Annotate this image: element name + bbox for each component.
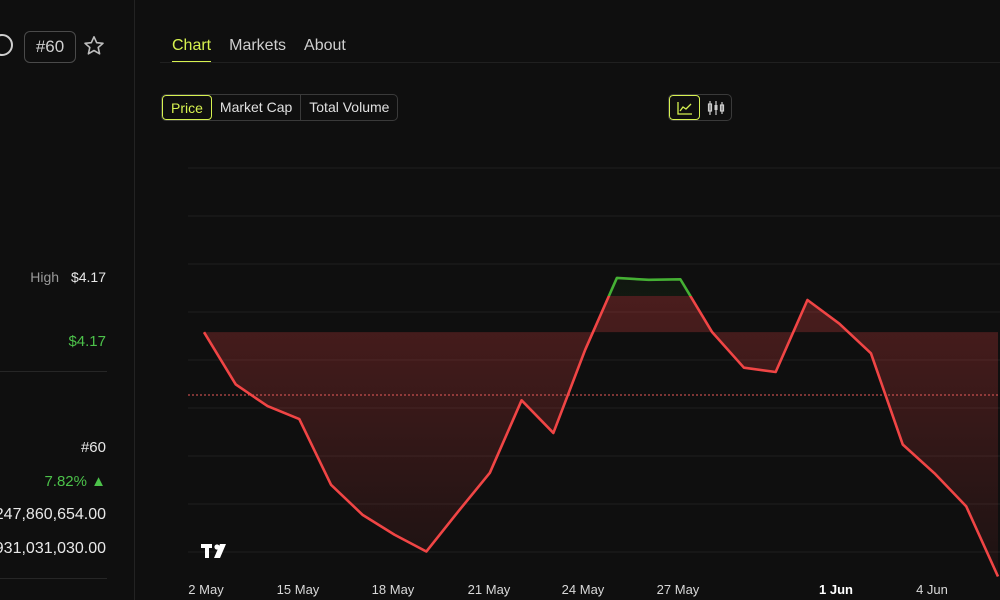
x-tick-label: 18 May — [372, 582, 415, 597]
data-point — [328, 482, 334, 488]
data-point — [582, 347, 588, 353]
data-point — [741, 365, 747, 371]
tradingview-logo — [201, 544, 226, 558]
data-point — [487, 470, 493, 476]
data-point — [646, 277, 652, 283]
data-point — [963, 503, 969, 509]
data-point — [836, 321, 842, 327]
x-tick-label: 24 May — [562, 582, 605, 597]
data-point — [265, 403, 271, 409]
data-point — [201, 329, 207, 335]
data-point — [709, 329, 715, 335]
x-tick-label: 4 Jun — [916, 582, 948, 597]
data-point — [233, 381, 239, 387]
data-point — [519, 397, 525, 403]
data-point — [455, 509, 461, 515]
data-point — [773, 369, 779, 375]
data-point — [296, 416, 302, 422]
data-point — [360, 512, 366, 518]
chart-fills — [204, 277, 998, 577]
data-point — [900, 441, 906, 447]
data-point — [804, 297, 810, 303]
price-chart[interactable]: 2 May 15 May 18 May 21 May 24 May 27 May 1 Jun… — [0, 0, 1000, 600]
x-tick-label: 21 May — [468, 582, 511, 597]
data-point — [392, 532, 398, 538]
data-point — [931, 470, 937, 476]
data-point — [614, 275, 620, 281]
x-tick-label: 1 Jun — [819, 582, 853, 597]
data-point — [868, 350, 874, 356]
x-axis-ticks: 2 May 15 May 18 May 21 May 24 May 27 May 1 Jun… — [188, 582, 948, 597]
x-tick-label: 27 May — [657, 582, 700, 597]
x-tick-label: 15 May — [277, 582, 320, 597]
data-point — [423, 549, 429, 555]
x-tick-label: 2 May — [188, 582, 224, 597]
area-below-baseline — [204, 296, 998, 577]
data-point — [550, 430, 556, 436]
data-point — [677, 276, 683, 282]
